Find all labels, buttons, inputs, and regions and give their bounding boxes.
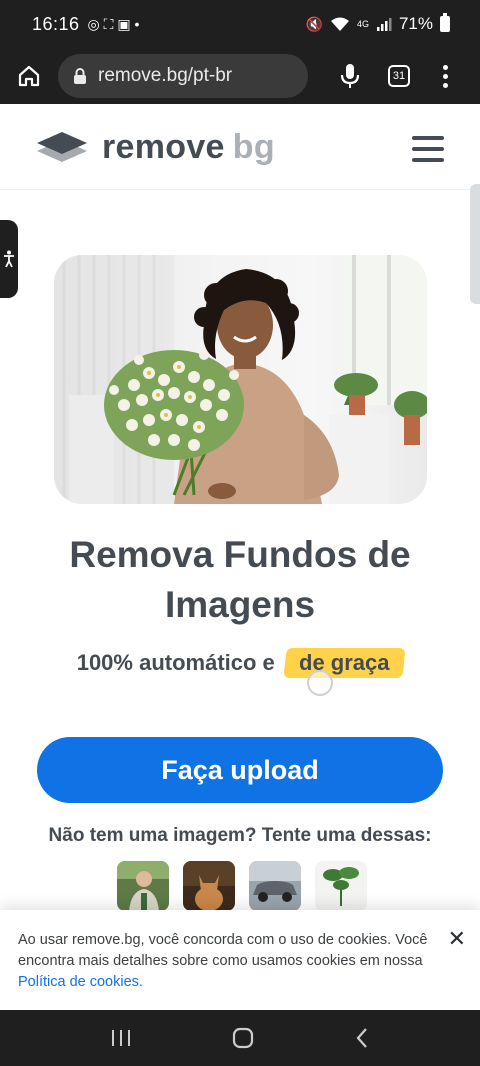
cookie-text: Ao usar remove.bg, você concorda com o u… [18, 932, 428, 969]
logo-icon [37, 131, 87, 162]
browser-menu-button[interactable] [440, 64, 450, 88]
home-button[interactable] [0, 64, 58, 88]
status-bar: 16:16 ◎ ⛶ ▣ • 🔇 4G 71% [0, 0, 480, 48]
mic-icon [340, 64, 360, 88]
status-time: 16:16 [32, 13, 80, 34]
man-photo-icon [117, 861, 169, 911]
hamburger-line [412, 158, 444, 162]
scrollbar-thumb[interactable] [470, 184, 480, 304]
dot [442, 82, 448, 88]
cookie-banner: Ao usar remove.bg, você concorda com o u… [0, 910, 480, 1010]
upload-button[interactable]: Faça upload [37, 737, 443, 803]
address-bar[interactable]: remove.bg/pt-br [58, 54, 308, 98]
mute-icon: 🔇 [305, 16, 323, 32]
notification-icons: ◎ ⛶ ▣ • [87, 16, 140, 32]
plant-photo-icon [315, 861, 367, 911]
hero-image [54, 255, 427, 504]
system-nav-bar [0, 1010, 480, 1066]
accessibility-button[interactable] [0, 220, 18, 298]
close-icon[interactable]: ✕ [448, 928, 466, 950]
touch-indicator [307, 670, 333, 696]
site-header: remove bg [0, 104, 480, 190]
wifi-icon [330, 17, 349, 31]
hamburger-line [412, 136, 444, 140]
tab-switcher-button[interactable]: 31 [388, 65, 410, 87]
sample-car-photo[interactable] [249, 861, 301, 911]
sample-plant-photo[interactable] [315, 861, 367, 911]
battery-percent: 71% [398, 14, 433, 33]
accessibility-icon [4, 250, 14, 268]
sample-prompt: Não tem uma imagem? Tente uma dessas: [48, 825, 432, 846]
browser-toolbar: remove.bg/pt-br 31 [0, 48, 480, 104]
car-photo-icon [249, 861, 301, 911]
subtitle-highlight: de graça [283, 648, 405, 678]
hero-subtitle: 100% automático e de graça [0, 648, 480, 678]
cat-photo-icon [183, 861, 235, 911]
hamburger-line [412, 147, 444, 151]
hero-illustration [54, 255, 427, 504]
dot [442, 73, 448, 79]
url-text: remove.bg/pt-br [98, 65, 233, 86]
cookie-policy-link[interactable]: Política de cookies. [18, 974, 143, 990]
signal-icon [376, 18, 392, 31]
battery-icon [440, 13, 450, 32]
sample-cat-photo[interactable] [183, 861, 235, 911]
sample-images [117, 861, 367, 911]
dot [442, 64, 448, 70]
logo-word-bg: bg [232, 128, 275, 166]
subtitle-prefix: 100% automático e [76, 650, 275, 675]
logo-word-remove: remove [102, 128, 225, 166]
network-type: 4G [356, 18, 369, 29]
home-icon [18, 65, 40, 87]
hero-title: Remova Fundos de Imagens [69, 534, 411, 625]
hamburger-menu-button[interactable] [412, 136, 444, 169]
home-nav-icon[interactable] [232, 1027, 254, 1049]
voice-search-button[interactable] [334, 63, 366, 89]
recent-apps-icon[interactable] [110, 1028, 132, 1048]
sample-man-photo[interactable] [117, 861, 169, 911]
back-icon[interactable] [354, 1027, 370, 1049]
lock-icon [74, 68, 86, 84]
logo[interactable]: remove bg [36, 128, 275, 167]
